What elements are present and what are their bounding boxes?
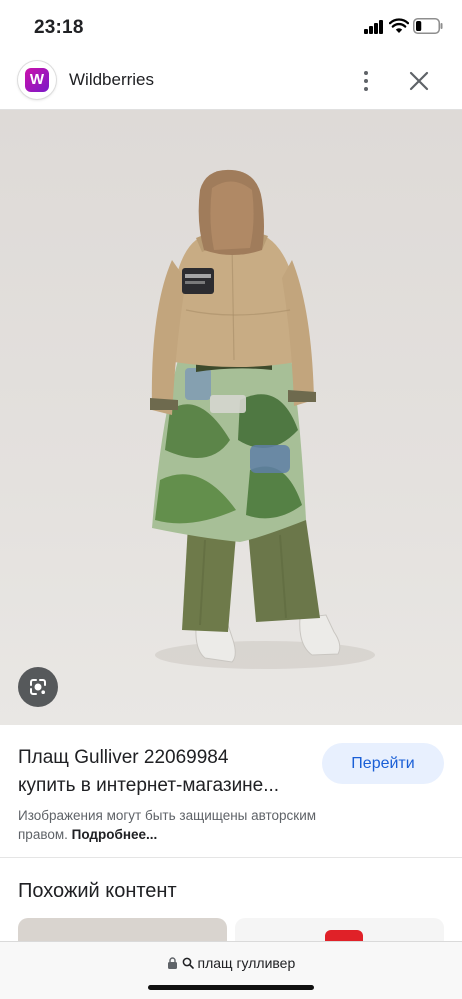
result-title-line-1: Плащ Gulliver 22069984 <box>18 747 229 768</box>
status-time: 23:18 <box>34 17 84 38</box>
search-icon <box>182 957 194 969</box>
browser-url-bar[interactable]: плащ гулливер <box>0 941 462 999</box>
cellular-signal-icon <box>364 20 384 34</box>
result-title-link[interactable]: Плащ Gulliver 22069984 купить в интернет… <box>18 744 318 800</box>
visit-button[interactable]: Перейти <box>322 743 444 784</box>
result-title-line-2: купить в интернет-магазине... <box>18 775 280 796</box>
viewer-header: W Wildberries <box>0 52 462 110</box>
similar-content-heading: Похожий контент <box>18 880 177 902</box>
more-options-icon[interactable] <box>358 69 374 93</box>
learn-more-link[interactable]: Подробнее... <box>72 827 158 842</box>
home-indicator <box>148 985 314 990</box>
lens-icon <box>30 679 46 695</box>
divider <box>0 857 462 858</box>
wifi-icon <box>389 18 409 33</box>
logo-letter: W <box>25 68 49 92</box>
copyright-notice: Изображения могут быть защищены авторски… <box>18 806 338 844</box>
search-query: плащ гулливер <box>197 955 296 971</box>
site-name[interactable]: Wildberries <box>69 70 154 90</box>
status-bar: 23:18 <box>0 0 462 52</box>
product-photo-illustration <box>150 169 375 669</box>
battery-icon <box>413 18 443 34</box>
close-icon[interactable] <box>406 68 432 94</box>
copyright-text: Изображения могут быть защищены авторски… <box>18 808 317 842</box>
wildberries-logo[interactable]: W <box>18 61 56 99</box>
lock-icon <box>167 957 177 969</box>
google-lens-button[interactable] <box>18 667 58 707</box>
product-image[interactable] <box>0 110 462 725</box>
url-display[interactable]: плащ гулливер <box>0 955 462 971</box>
